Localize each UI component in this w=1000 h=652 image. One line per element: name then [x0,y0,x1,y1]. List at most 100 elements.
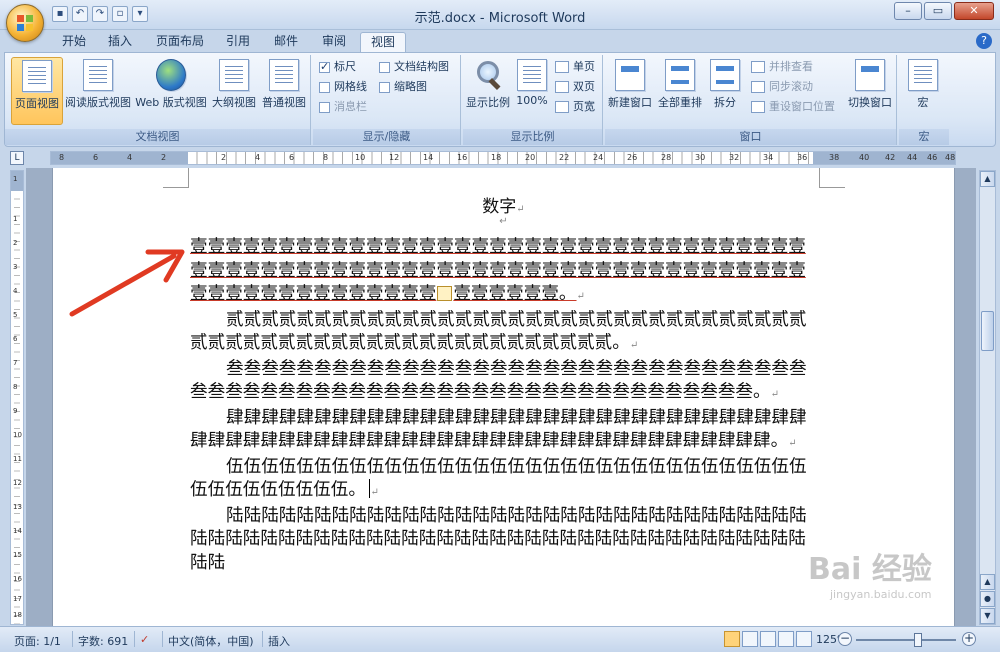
office-logo-icon [17,15,33,31]
paste-options-icon[interactable] [437,286,453,301]
page-width-icon [555,101,569,113]
new-window-button[interactable]: 新建窗口 [607,57,653,125]
tab-home[interactable]: 开始 [52,32,96,52]
paragraph-2[interactable]: 贰贰贰贰贰贰贰贰贰贰贰贰贰贰贰贰贰贰贰贰贰贰贰贰贰贰贰贰贰贰贰贰贰贰贰贰贰贰贰贰… [190,309,817,358]
print-layout-view-icon[interactable] [724,631,740,647]
arrange-all-icon [665,59,695,91]
zoom-out-icon[interactable]: − [838,632,852,646]
paragraph-3[interactable]: 叁叁叁叁叁叁叁叁叁叁叁叁叁叁叁叁叁叁叁叁叁叁叁叁叁叁叁叁叁叁叁叁叁叁叁叁叁叁叁叁… [190,358,817,407]
scroll-up-icon[interactable]: ▲ [980,171,995,187]
left-margin-area [51,152,188,164]
checkbox-icon [379,81,390,93]
window-title: 示范.docx - Microsoft Word [414,11,586,26]
baidu-watermark: Bai 经验 jingyan.baidu.com [808,552,932,601]
draft-icon [269,59,299,91]
reading-layout-button[interactable]: 阅读版式视图 [65,57,131,125]
red-arrow-annotation [69,249,185,317]
ruler-checkbox[interactable]: 标尺 [319,58,356,76]
reset-window-position-button[interactable]: 重设窗口位置 [751,98,835,116]
next-page-icon[interactable]: ▼ [980,608,995,624]
ruler-strip[interactable]: 8 6 4 2 2 4 6 8 10 12 14 16 18 20 22 24 … [50,151,956,165]
document-body[interactable]: 壹壹壹壹壹壹壹壹壹壹壹壹壹壹壹壹壹壹壹壹壹壹壹壹壹壹壹壹壹壹壹壹壹壹壹壹壹壹壹壹… [190,236,817,575]
thumbnails-checkbox[interactable]: 缩略图 [379,78,427,96]
zoom-slider[interactable] [856,633,956,647]
document-map-checkbox[interactable]: 文档结构图 [379,58,449,76]
magnifier-icon [473,59,503,91]
zoom-button[interactable]: 显示比例 [465,57,511,125]
checkbox-icon [379,61,390,73]
reading-layout-icon [83,59,113,91]
help-icon[interactable]: ? [976,33,992,49]
tab-view[interactable]: 视图 [360,32,407,52]
paragraph-6[interactable]: 陆陆陆陆陆陆陆陆陆陆陆陆陆陆陆陆陆陆陆陆陆陆陆陆陆陆陆陆陆陆陆陆陆陆陆陆陆陆陆陆… [190,505,817,576]
ribbon-tabs: 开始 插入 页面布局 引用 邮件 审阅 视图 ? [0,30,1000,52]
tab-references[interactable]: 引用 [216,32,260,52]
web-view-icon[interactable] [760,631,776,647]
arrange-all-button[interactable]: 全部重排 [655,57,705,125]
maximize-button[interactable]: ▭ [924,2,952,20]
tab-review[interactable]: 审阅 [312,32,356,52]
tab-mailings[interactable]: 邮件 [264,32,308,52]
one-page-icon [555,61,569,73]
document-title[interactable]: 数字↵ [53,192,954,217]
group-label: 显示/隐藏 [313,129,460,145]
paragraph-1[interactable]: 壹壹壹壹壹壹壹壹壹壹壹壹壹壹壹壹壹壹壹壹壹壹壹壹壹壹壹壹壹壹壹壹壹壹壹壹壹壹壹壹… [190,236,817,309]
scroll-thumb[interactable] [981,311,994,351]
browse-object-icon[interactable]: ● [980,591,995,607]
page-indicator[interactable]: 页面: 1/1 [14,633,61,649]
page-width-button[interactable]: 页宽 [555,98,595,116]
two-pages-button[interactable]: 双页 [555,78,595,96]
outline-view-button[interactable]: 大纲视图 [209,57,259,125]
sync-scroll-button[interactable]: 同步滚动 [751,78,813,96]
group-zoom: 显示比例 100% 单页 双页 页宽 显示比例 [463,55,603,145]
tab-insert[interactable]: 插入 [98,32,142,52]
reading-view-icon[interactable] [742,631,758,647]
switch-windows-button[interactable]: 切换窗口 [845,57,895,125]
web-layout-button[interactable]: Web 版式视图 [135,57,207,125]
group-document-views: 页面视图 阅读版式视图 Web 版式视图 大纲视图 普通视图 文档视图 [5,55,311,145]
outline-view-icon[interactable] [778,631,794,647]
spell-check-icon[interactable]: ✓ [140,633,149,646]
print-layout-button[interactable]: 页面视图 [11,57,63,125]
split-button[interactable]: 拆分 [707,57,743,125]
zoom-slider-knob[interactable] [914,633,922,647]
switch-windows-icon [855,59,885,91]
group-show-hide: 标尺 网格线 消息栏 文档结构图 缩略图 显示/隐藏 [313,55,461,145]
draft-view-button[interactable]: 普通视图 [259,57,309,125]
vertical-ruler[interactable]: 1 1 2 3 4 5 6 7 8 9 10 11 12 13 14 15 16… [10,170,24,625]
office-button[interactable] [6,4,44,42]
outline-icon [219,59,249,91]
horizontal-ruler: L 8 6 4 2 2 4 6 8 10 12 14 16 18 20 22 2… [0,148,1000,168]
view-side-by-side-button[interactable]: 并排查看 [751,58,813,76]
draft-view-icon[interactable] [796,631,812,647]
ribbon: 页面视图 阅读版式视图 Web 版式视图 大纲视图 普通视图 文档视图 标尺 网… [4,52,996,147]
close-button[interactable]: ✕ [954,2,994,20]
tab-selector-icon[interactable]: L [10,151,24,165]
paragraph-4[interactable]: 肆肆肆肆肆肆肆肆肆肆肆肆肆肆肆肆肆肆肆肆肆肆肆肆肆肆肆肆肆肆肆肆肆肆肆肆肆肆肆肆… [190,407,817,456]
macros-button[interactable]: 宏 [903,57,943,125]
zoom-in-icon[interactable]: + [962,632,976,646]
two-pages-icon [555,81,569,93]
group-label: 文档视图 [5,129,310,145]
zoom-100-button[interactable]: 100% [513,57,551,125]
group-label: 宏 [899,129,949,145]
group-window: 新建窗口 全部重排 拆分 并排查看 同步滚动 重设窗口位置 切换窗口 窗口 [605,55,897,145]
message-bar-checkbox[interactable]: 消息栏 [319,98,367,116]
language-indicator[interactable]: 中文(简体，中国) [168,633,254,649]
one-page-button[interactable]: 单页 [555,58,595,76]
print-layout-icon [22,60,52,92]
paragraph-5[interactable]: 伍伍伍伍伍伍伍伍伍伍伍伍伍伍伍伍伍伍伍伍伍伍伍伍伍伍伍伍伍伍伍伍伍伍伍伍伍伍伍伍… [190,456,817,505]
title-bar: ▪ ↶ ↷ ▫ ▾ 示范.docx - Microsoft Word – ▭ ✕ [0,0,1000,30]
group-macros: 宏 宏 [899,55,949,145]
prev-page-icon[interactable]: ▲ [980,574,995,590]
checkbox-checked-icon [319,58,330,76]
checkbox-icon [319,101,330,113]
crop-mark [163,168,189,188]
tab-page-layout[interactable]: 页面布局 [146,32,214,52]
gridlines-checkbox[interactable]: 网格线 [319,78,367,96]
vertical-scrollbar[interactable]: ▲ ▲ ● ▼ [979,170,996,625]
insert-mode-indicator[interactable]: 插入 [268,633,290,649]
word-count[interactable]: 字数: 691 [78,633,128,649]
minimize-button[interactable]: – [894,2,922,20]
crop-mark [819,168,845,188]
